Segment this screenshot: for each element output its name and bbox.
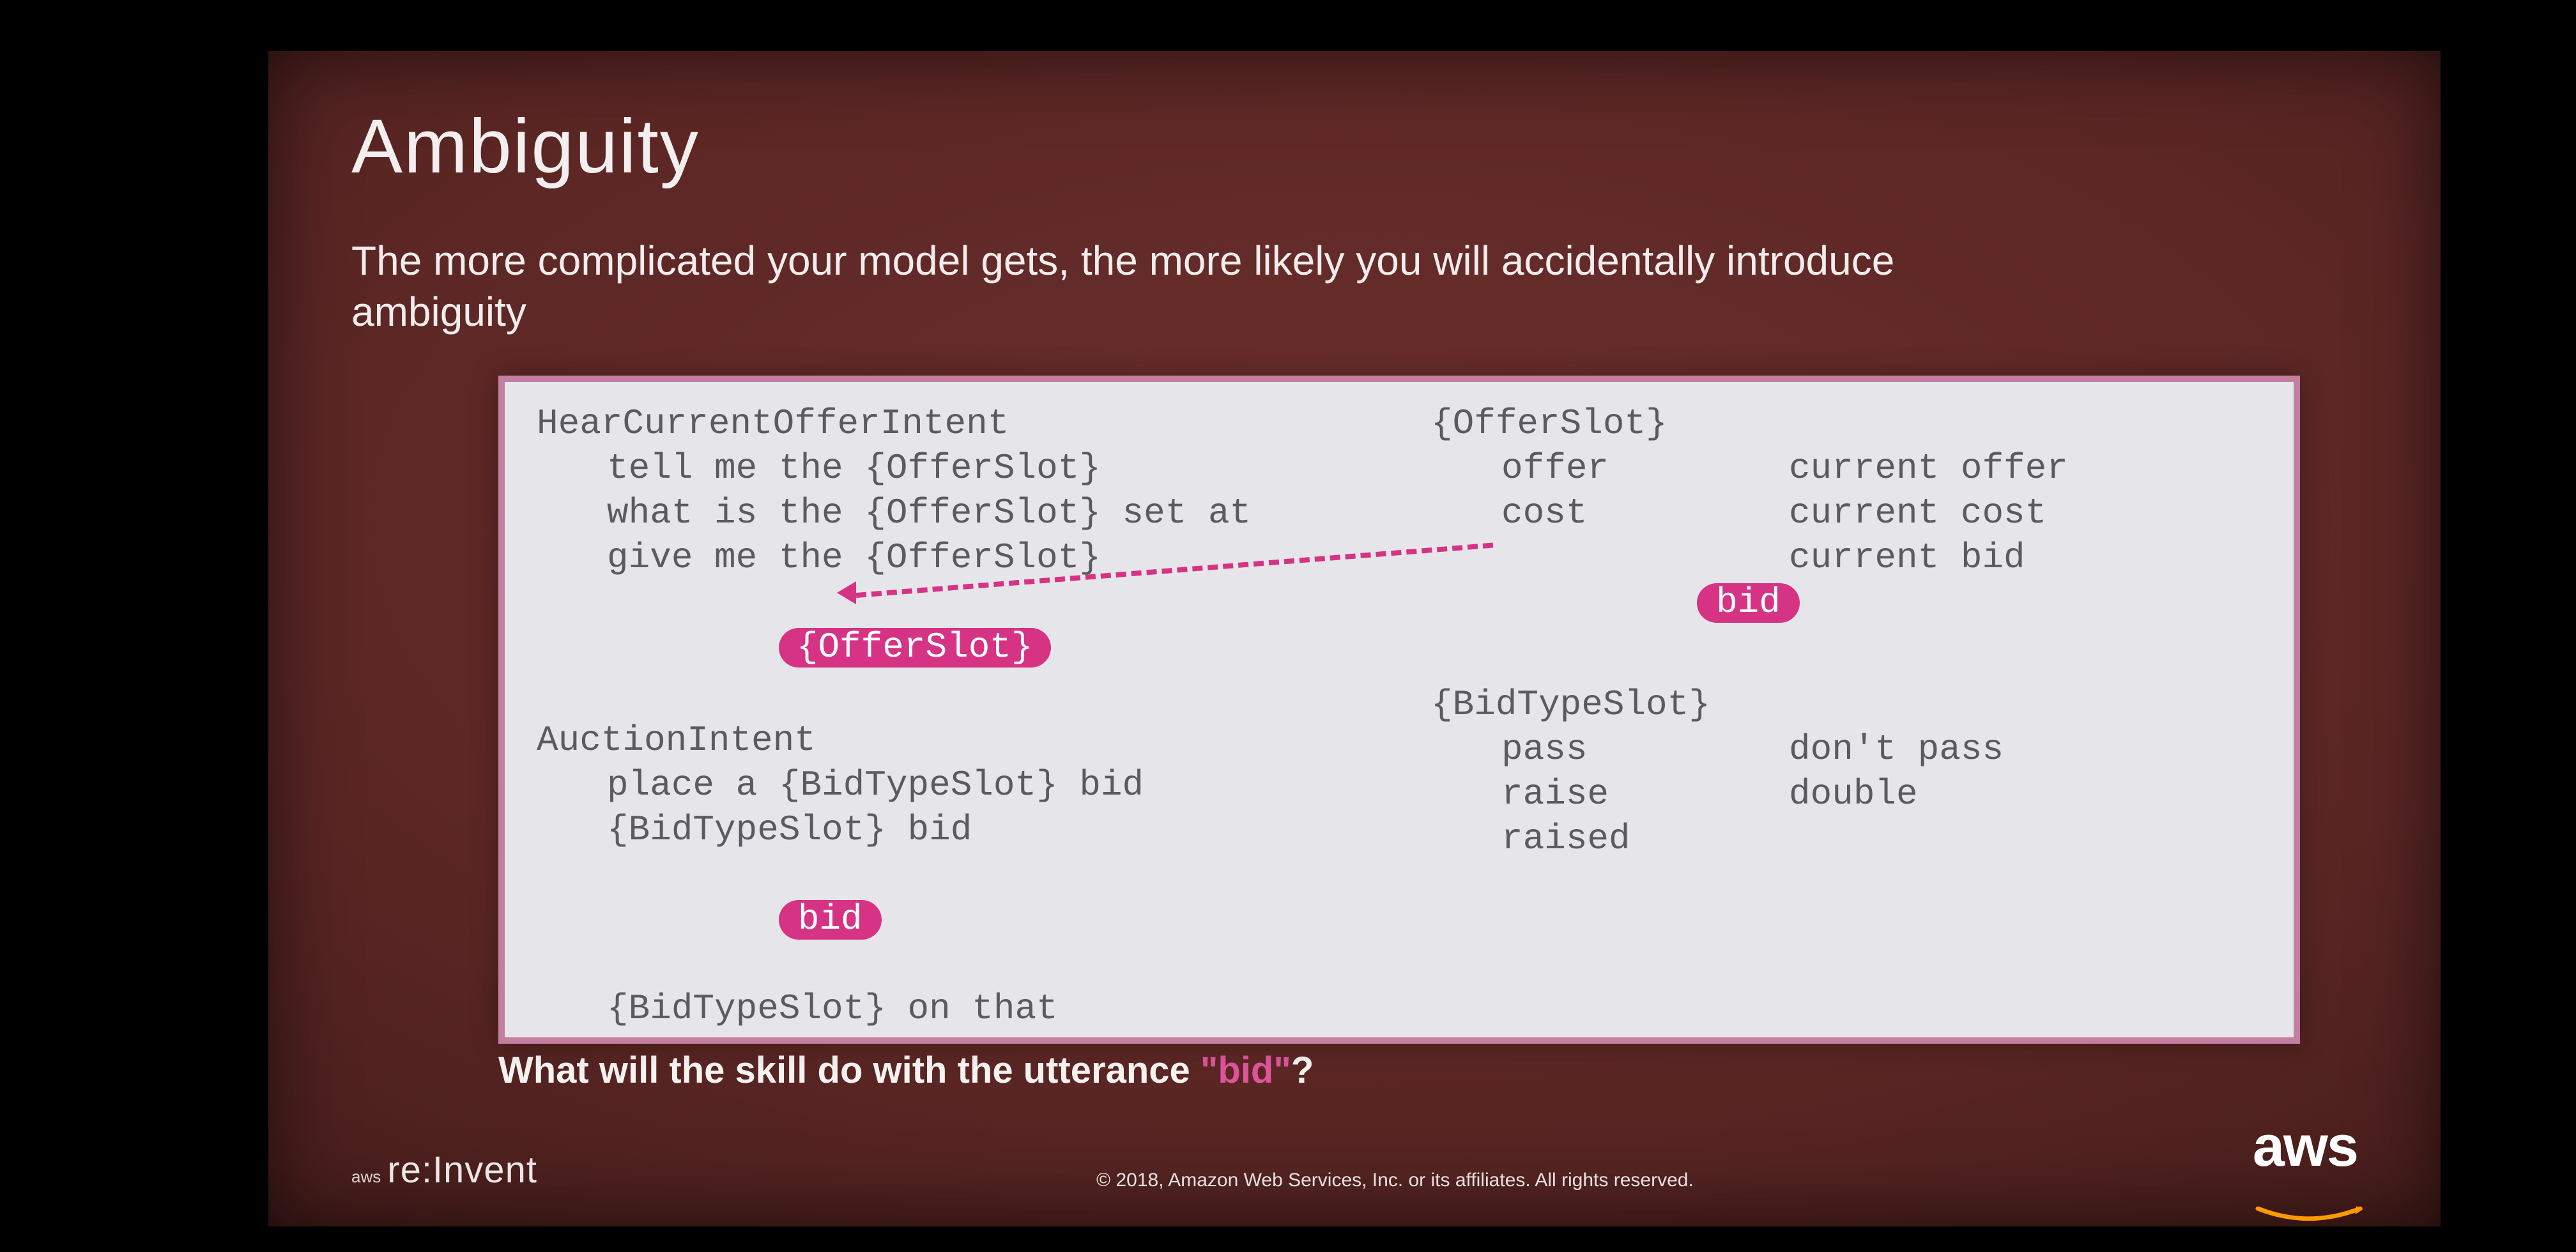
aws-logo-text: aws — [2253, 1115, 2358, 1179]
reinvent-aws-prefix: aws — [351, 1167, 381, 1187]
aws-swoosh-icon — [2255, 1172, 2363, 1191]
slide-subtitle: The more complicated your model gets, th… — [351, 235, 2012, 337]
intent-2-utterance-4: {BidTypeSlot} on that — [537, 986, 2262, 1031]
intent-2-utterance-3: bid — [537, 852, 2262, 986]
bid-highlight-left: bid — [779, 900, 882, 940]
aws-logo: aws — [2253, 1114, 2358, 1191]
copyright-text: © 2018, Amazon Web Services, Inc. or its… — [537, 1170, 2253, 1191]
slide-stage: Ambiguity The more complicated your mode… — [268, 51, 2441, 1226]
intent-2-utterance-2: {BidTypeSlot} bid — [537, 807, 2262, 852]
intent-1-name: HearCurrentOfferIntent — [537, 401, 2262, 446]
question-text: What will the skill do with the utteranc… — [498, 1049, 2358, 1092]
offerslot-header: {OfferSlot} — [1431, 401, 1667, 446]
slide-footer: aws re:Invent © 2018, Amazon Web Service… — [351, 1114, 2358, 1191]
question-pre: What will the skill do with the utteranc… — [498, 1050, 1200, 1091]
offerslot-val-3b: current bid — [1789, 535, 2025, 580]
offerslot-val-1b: current offer — [1789, 446, 2068, 491]
offerslot-val-2a: cost — [1501, 491, 1587, 535]
intent-1-utterance-4: {OfferSlot} — [537, 580, 2262, 714]
bidtypeslot-val-2b: double — [1789, 772, 1918, 816]
bid-highlight-right: bid — [1697, 583, 1800, 623]
ambiguity-arrowhead-icon — [837, 581, 856, 604]
reinvent-logo: aws re:Invent — [351, 1149, 537, 1191]
bidtypeslot-header: {BidTypeSlot} — [1431, 682, 1710, 727]
question-highlight: "bid" — [1200, 1050, 1291, 1091]
slide-title: Ambiguity — [351, 102, 2358, 190]
bidtypeslot-val-2a: raise — [1501, 772, 1609, 816]
slide-content: Ambiguity The more complicated your mode… — [268, 51, 2441, 1226]
bidtypeslot-val-3a: raised — [1501, 816, 1630, 861]
offerslot-val-3a-wrap: bid — [1482, 535, 1800, 669]
code-example-box: HearCurrentOfferIntent tell me the {Offe… — [498, 376, 2300, 1044]
question-post: ? — [1291, 1050, 1314, 1091]
bidtypeslot-val-1a: pass — [1501, 727, 1587, 772]
bidtypeslot-val-1b: don't pass — [1789, 727, 2004, 772]
offerslot-val-1a: offer — [1501, 446, 1609, 491]
reinvent-text: re:Invent — [387, 1149, 537, 1191]
offerslot-val-2b: current cost — [1789, 491, 2046, 535]
offerslot-highlight: {OfferSlot} — [779, 628, 1051, 668]
